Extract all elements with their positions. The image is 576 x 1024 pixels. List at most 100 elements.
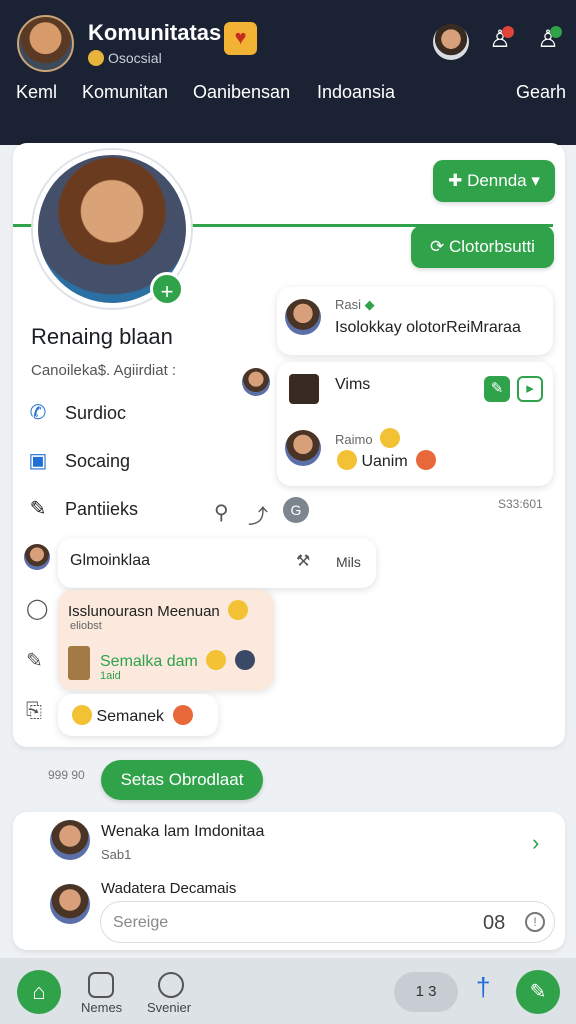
info-icon[interactable]: ! [525, 912, 545, 932]
app-header: Komunitatas ♥ Osocsial ♙ ♙ Keml Komunita… [0, 0, 576, 145]
chat-avatar [50, 820, 90, 860]
menu-item-surdioc[interactable]: ✆ Surdioc [25, 400, 126, 425]
mini-avatar [242, 368, 270, 396]
notification-icon[interactable]: ♙ [532, 24, 564, 56]
badge-icon: ♥ [224, 22, 257, 55]
key-icon[interactable]: ⚲ [214, 500, 229, 525]
message-text-content: Uanim [361, 453, 408, 470]
search-count: 08 [483, 912, 506, 934]
edit-icon[interactable]: ✎ [484, 376, 510, 402]
emoji-icon [88, 50, 104, 66]
menu-item-pantiieks[interactable]: ✎ Pantiieks [25, 496, 138, 521]
message-sub: eliobst [70, 620, 102, 632]
subtitle-text: Osocsial [108, 50, 162, 66]
nav-item-komunitan[interactable]: Komunitan [82, 82, 168, 103]
tab-label[interactable]: Nemes [81, 1000, 122, 1015]
sender-avatar [285, 299, 321, 335]
tool-icon: ⚒ [296, 553, 311, 570]
heart-icon [416, 450, 437, 470]
profile-subtitle: Canoileka$. Agiirdiat : [31, 362, 177, 379]
community-subtitle: Osocsial [88, 50, 162, 66]
emoji-icon [380, 428, 401, 448]
alert-icon[interactable]: ♙ [484, 24, 516, 56]
share-arrow-icon[interactable]: ⤴ [248, 500, 268, 529]
sender-name: Rasi ◆ [335, 297, 375, 313]
play-icon[interactable]: ▸ [517, 376, 543, 402]
emoji-icon [206, 650, 227, 670]
message-text: Glmoinklaa [70, 552, 151, 569]
clock-icon[interactable] [158, 972, 184, 998]
export-icon[interactable]: ⎘ [26, 700, 42, 723]
nav-item-oanibensan[interactable]: Oanibensan [193, 82, 290, 103]
message-text-content: Isslunourasn Meenuan [68, 603, 220, 620]
message-text-content: Semalka dam [100, 653, 198, 670]
chevron-right-icon[interactable]: › [532, 830, 539, 856]
message-title: Vims [335, 376, 371, 393]
collab-button[interactable]: ⟳ Clotorbsutti [411, 226, 554, 268]
timestamp: S33:601 [498, 497, 543, 511]
emoji-icon [227, 600, 248, 620]
message-tag: Mils [336, 554, 361, 570]
g-icon[interactable]: G [283, 497, 309, 523]
share-icon: ▣ [28, 450, 48, 472]
emoji-icon [72, 705, 92, 725]
search-placeholder: Sereige [113, 914, 169, 931]
message-text: Semanek [68, 705, 193, 726]
message-bubble-1[interactable]: Rasi ◆ Isolokkay olotorReiMraraa [277, 287, 553, 355]
count-pill[interactable]: 1 3 [394, 972, 458, 1012]
sender-name-text: Raimo [335, 432, 373, 447]
bottom-nav: ⌂ Nemes Svenier 1 3 † ✎ [0, 958, 576, 1024]
add-icon[interactable]: + [150, 272, 184, 306]
search-input[interactable]: Sereige 08 ! [100, 901, 555, 943]
message-bubble-4[interactable]: Isslunourasn Meenuan eliobst Semalka dam… [58, 590, 274, 690]
message-sub: 1aid [100, 670, 121, 682]
follow-button[interactable]: ✚ Dennda ▾ [433, 160, 555, 202]
message-bubble-3[interactable]: Glmoinklaa ⚒ Mils [58, 538, 376, 588]
status-button[interactable]: Setas Obrodlaat [101, 760, 263, 800]
emoji-icon [337, 450, 357, 470]
plus-icon[interactable]: † [476, 972, 490, 1003]
sender-name: Raimo [335, 428, 401, 448]
menu-item-socaing[interactable]: ▣ Socaing [25, 448, 131, 473]
nav-item-gearh[interactable]: Gearh [516, 82, 566, 103]
mini-avatar [24, 544, 50, 570]
sender-avatar [285, 430, 321, 466]
tab-label[interactable]: Svenier [147, 1000, 191, 1015]
menu-label: Pantiieks [65, 499, 139, 519]
follow-label: Dennda [467, 171, 527, 190]
sender-name-text: Rasi [335, 297, 362, 312]
compose-icon[interactable]: ✎ [26, 648, 43, 673]
community-avatar[interactable] [17, 15, 74, 72]
chat-title[interactable]: Wenaka lam Imdonitaa [101, 823, 264, 841]
heart-icon [172, 705, 193, 725]
chat-title[interactable]: Wadatera Decamais [101, 880, 236, 897]
nav-item-keml[interactable]: Keml [16, 82, 57, 103]
chat-avatar [50, 884, 90, 924]
nav-item-indoansia[interactable]: Indoansia [317, 82, 395, 103]
status-time: 999 90 [48, 768, 85, 782]
refresh-icon: ⟳ [430, 237, 449, 256]
diamond-icon: ◆ [364, 297, 375, 312]
menu-label: Socaing [65, 451, 131, 471]
message-bubble-5[interactable]: Semanek [58, 694, 218, 736]
camera-icon[interactable] [88, 972, 114, 998]
message-text: Isslunourasn Meenuan [68, 600, 248, 620]
home-icon[interactable]: ⌂ [17, 970, 61, 1014]
pen-icon: ✎ [29, 498, 47, 520]
compose-icon[interactable]: ✎ [516, 970, 560, 1014]
menu-label: Surdioc [65, 403, 127, 423]
plus-icon: ✚ [448, 171, 468, 190]
message-text: Isolokkay olotorReiMraraa [335, 319, 521, 336]
message-text-green: Semalka dam [100, 650, 255, 671]
chat-subtitle: Sab1 [101, 847, 132, 862]
message-text-content: Semanek [96, 708, 165, 725]
message-bubble-2[interactable]: Vims ✎ ▸ Raimo Uanim [277, 362, 553, 486]
community-title: Komunitatas [88, 20, 222, 45]
shield-icon[interactable]: ◯ [26, 596, 48, 621]
collab-label: Clotorbsutti [448, 237, 535, 256]
emoji-icon [234, 650, 255, 670]
character-thumbnail [68, 646, 90, 680]
message-text: Uanim [333, 450, 437, 471]
user-avatar[interactable] [433, 24, 469, 60]
phone-icon: ✆ [29, 402, 47, 424]
